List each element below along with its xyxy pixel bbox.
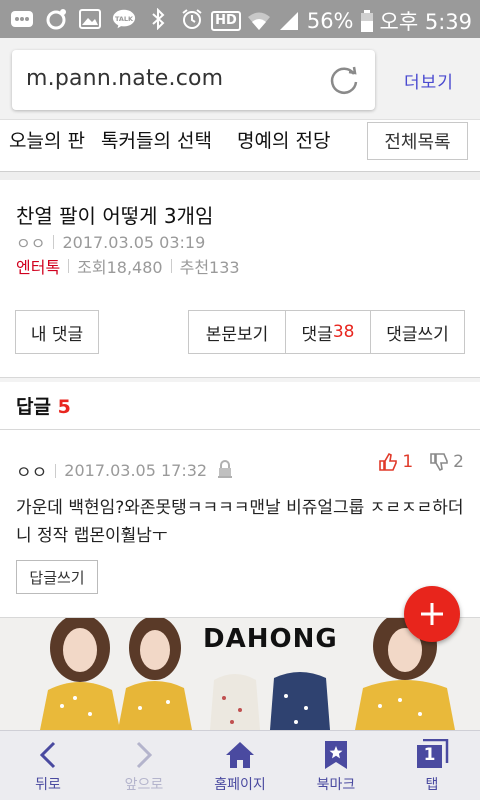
reload-icon[interactable] [327,63,361,97]
hd-icon: HD [211,11,241,31]
gallery-icon [78,7,102,31]
separator [55,463,57,478]
chevron-left-icon [38,739,58,771]
bookmark-label: 북마크 [316,777,356,793]
article-header: 찬열 팔이 어떻게 3개임 ㅇㅇ 2017.03.05 03:19 엔터톡 조회… [0,180,480,378]
separator [53,235,55,249]
forward-label: 앞으로 [124,777,164,793]
signal-icon [277,9,301,33]
article-author[interactable]: ㅇㅇ [16,230,45,254]
thumbs-down-icon [430,453,448,472]
tab-count: 1 [423,745,436,765]
tabs-button[interactable]: 1 탭 [384,731,480,800]
my-comments-button[interactable]: 내 댓글 [15,310,99,354]
status-bar: TALK HD 56% 오후 5:39 [0,0,480,38]
comment-date: 2017.03.05 17:32 [64,461,208,480]
wifi-icon [247,9,271,33]
bookmark-button[interactable]: 북마크 [288,731,384,800]
tab-hall-of-fame[interactable]: 명예의 전당 [237,126,330,153]
notification-app-icon [44,7,68,31]
article-meta: ㅇㅇ 2017.03.05 03:19 [16,230,205,254]
comment-item: ㅇㅇ 2017.03.05 17:32 1 2 가운데 백현임?와존못탱ㅋㅋㅋㅋ… [0,430,480,618]
reply-button[interactable]: 답글쓰기 [16,560,98,594]
tabs-label: 탭 [425,777,439,793]
talk-label: TALK [115,15,134,23]
comment-meta: ㅇㅇ 2017.03.05 17:32 [16,458,233,483]
lock-icon [217,459,233,482]
article-views: 조회18,480 [77,258,163,277]
home-icon [224,739,256,771]
battery-percent: 56% [306,9,354,33]
upvote-button[interactable]: 1 [378,452,413,472]
downvote-button[interactable]: 2 [429,452,464,472]
separator [68,259,70,273]
comment-body: 가운데 백현임?와존못탱ㅋㅋㅋㅋ맨날 비쥬얼그룹 ㅈㄹㅈㄹ하더니 정작 랩몬이훨… [16,498,464,546]
more-button[interactable]: 더보기 [404,68,454,93]
alarm-icon [180,7,204,31]
battery-icon [360,9,374,33]
downvote-count: 2 [453,452,464,472]
message-icon [10,7,34,31]
article-recommends: 추천133 [179,258,240,277]
article-stats: 엔터톡 조회18,480 추천133 [16,254,240,278]
replies-header: 답글 5 [0,382,480,430]
bluetooth-icon [146,7,170,31]
comments-button[interactable]: 댓글 38 [285,310,371,354]
forward-button[interactable]: 앞으로 [96,731,192,800]
back-button[interactable]: 뒤로 [0,731,96,800]
top-nav: 오늘의 판 톡커들의 선택 명예의 전당 전체목록 [0,120,480,172]
article-date: 2017.03.05 03:19 [62,232,206,252]
system-status: HD 56% 오후 5:39 [211,6,472,36]
view-body-button[interactable]: 본문보기 [188,310,286,354]
ad-brand-name: DAHONG [203,624,338,654]
comments-count: 38 [332,322,355,342]
comments-label: 댓글 [301,324,333,345]
replies-label: 답글 [16,396,51,418]
chevron-right-icon [134,739,154,771]
home-button[interactable]: 홈페이지 [192,731,288,800]
comment-author[interactable]: ㅇㅇ [16,458,47,483]
all-list-button[interactable]: 전체목록 [367,122,468,160]
notification-icons: TALK [10,7,204,31]
tab-today[interactable]: 오늘의 판 [9,126,85,153]
divider [0,172,480,180]
tab-talkers-choice[interactable]: 톡커들의 선택 [101,126,212,153]
browser-address-bar: m.pann.nate.com 더보기 [0,38,480,120]
kakaotalk-icon: TALK [112,7,136,31]
replies-count: 5 [57,396,71,418]
url-field[interactable]: m.pann.nate.com [12,50,375,110]
replies-title: 답글 5 [16,392,71,419]
write-comment-button[interactable]: 댓글쓰기 [370,310,465,354]
comment-votes: 1 2 [378,452,464,472]
plus-icon [421,603,443,625]
thumbs-up-icon [379,452,398,471]
add-fab-button[interactable] [404,586,460,642]
upvote-count: 1 [402,452,414,472]
article-title: 찬열 팔이 어떻게 3개임 [16,204,214,228]
home-label: 홈페이지 [214,777,266,793]
url-text: m.pann.nate.com [26,66,224,91]
browser-bottom-toolbar: 뒤로 앞으로 홈페이지 북마크 1 탭 [0,730,480,800]
separator [170,259,172,273]
article-category[interactable]: 엔터톡 [16,254,60,278]
bookmark-icon [324,739,348,771]
tabs-icon: 1 [415,739,449,771]
clock: 오후 5:39 [379,10,472,34]
back-label: 뒤로 [35,777,61,793]
ad-banner[interactable]: DAHONG [0,618,480,730]
